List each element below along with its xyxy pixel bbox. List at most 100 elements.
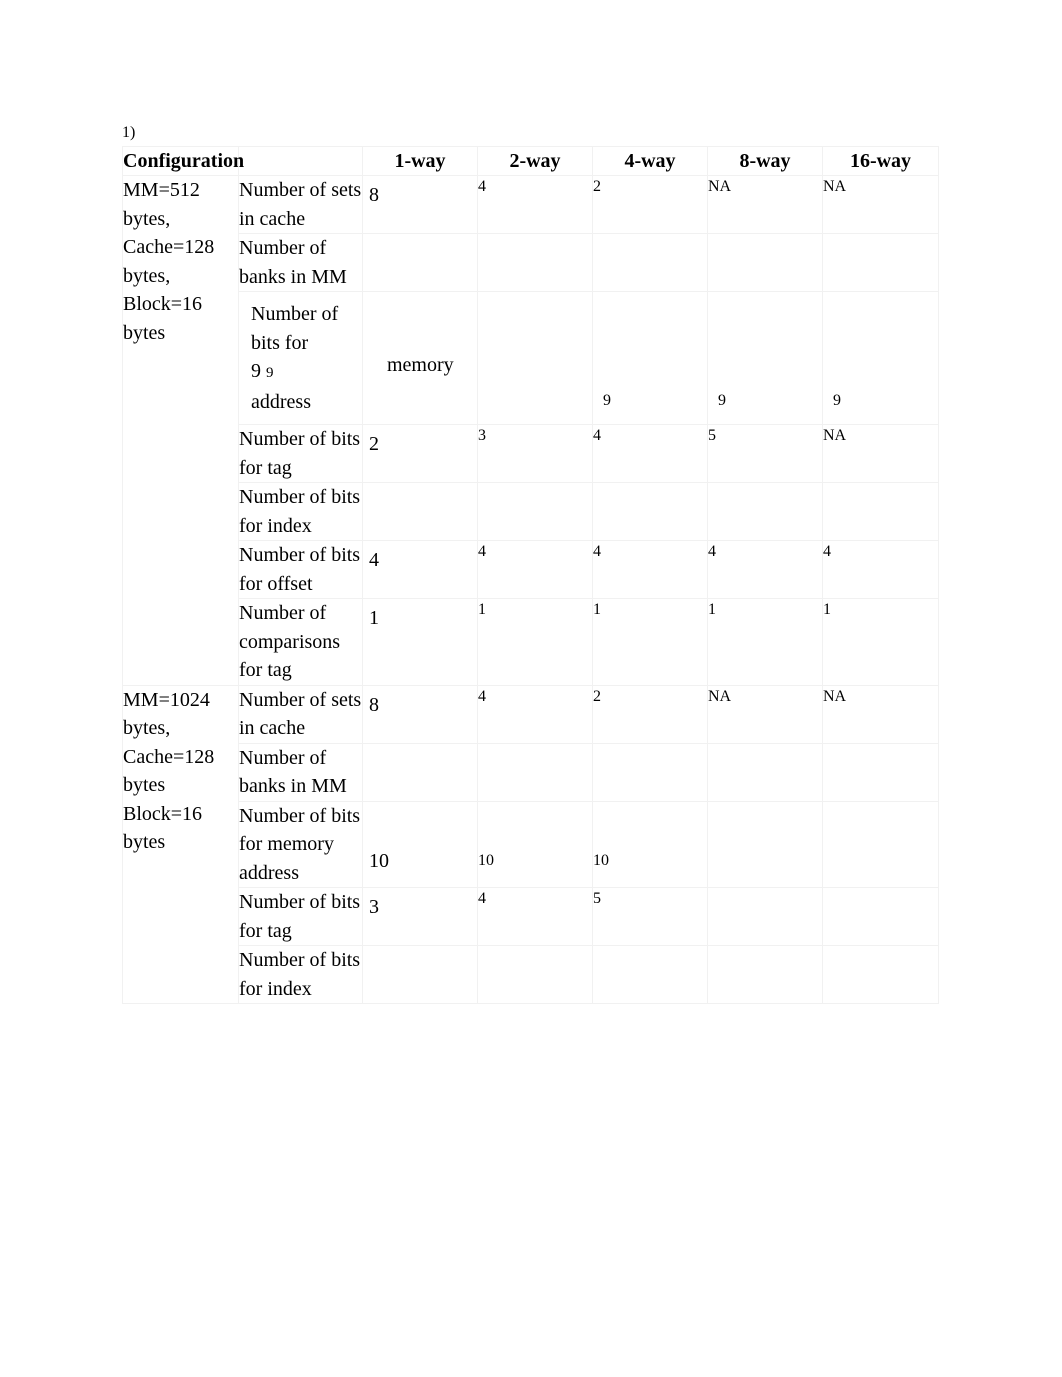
table-row: Number of comparisons for tag 1 1 1 1 1: [123, 598, 939, 686]
metric-label: Number of bits for index: [238, 945, 363, 1004]
value-cell: 1: [592, 598, 708, 686]
value-cell: 4: [822, 540, 939, 599]
question-number-label: 1): [122, 124, 136, 141]
value-cell: 4: [477, 175, 593, 234]
header-way-2: 2-way: [477, 146, 593, 176]
metric-label-line-1: Number of: [251, 303, 339, 325]
value-cell: 9: [592, 291, 708, 425]
metric-label: Number of bits for 9 9 address: [238, 291, 363, 425]
value-cell: 10: [362, 800, 478, 888]
table-row: Number of bits for index: [123, 945, 939, 1004]
value-cell: 1: [362, 598, 478, 686]
table-row: Number of bits for tag 3 4 5: [123, 887, 939, 946]
value-cell: 8: [362, 175, 478, 234]
value-cell: 8: [362, 684, 478, 744]
value-cell: 2: [362, 424, 478, 483]
value-cell: 4: [592, 540, 708, 599]
value-cell: [592, 742, 708, 802]
value-cell: 5: [592, 887, 708, 946]
value-cell: [707, 945, 823, 1004]
cache-configuration-table: Configuration 1-way 2-way 4-way 8-way 16…: [122, 146, 939, 1004]
metric-label: Number of bits for offset: [238, 540, 363, 599]
value-cell: [362, 233, 478, 292]
metric-label: Number of banks in MM: [238, 233, 363, 292]
value-cell: [822, 233, 939, 292]
value-cell: memory: [362, 291, 478, 425]
value-cell: 4: [477, 540, 593, 599]
metric-label: Number of sets in cache: [238, 684, 363, 744]
value-cell: 9: [707, 291, 823, 425]
value-cell: NA: [707, 684, 823, 744]
table-row: MM=1024 bytes, Cache=128 bytes Block=16 …: [122, 684, 939, 1004]
config-label-block-2: MM=1024 bytes, Cache=128 bytes Block=16 …: [122, 684, 239, 1004]
value-cell: [477, 482, 593, 541]
value-cell: [592, 233, 708, 292]
value-cell: [822, 945, 939, 1004]
document-page: 1) Configuration 1-way 2-way 4-way 8-way…: [0, 0, 1062, 1377]
table-header-row: Configuration 1-way 2-way 4-way 8-way 16…: [122, 146, 939, 176]
value-cell: [592, 945, 708, 1004]
value-cell: [822, 742, 939, 802]
header-configuration-cell: Configuration: [122, 146, 244, 176]
header-way-8: 8-way: [707, 146, 823, 176]
table-row: Number of bits for memory address 10 10 …: [123, 800, 939, 888]
value-cell: 4: [477, 887, 593, 946]
value-cell: 2: [592, 175, 708, 234]
value-cell: [477, 945, 593, 1004]
header-way-4: 4-way: [592, 146, 708, 176]
value-cell: [707, 800, 823, 888]
value-cell: [707, 233, 823, 292]
value-cell: NA: [822, 175, 939, 234]
value-cell: [707, 482, 823, 541]
value-cell: [362, 945, 478, 1004]
table-row: Number of bits for tag 2 3 4 5 NA: [123, 424, 939, 483]
table-row: Number of bits for index: [123, 482, 939, 541]
metric-label-inline-value-large: 9: [251, 360, 261, 382]
value-cell: [822, 887, 939, 946]
value-cell: NA: [822, 424, 939, 483]
value-cell: 3: [362, 887, 478, 946]
value-cell: [707, 887, 823, 946]
value-cell: 4: [592, 424, 708, 483]
value-cell: NA: [707, 175, 823, 234]
metric-label-inline-value-small: 9: [266, 365, 274, 381]
metric-label: Number of bits for memory address: [238, 800, 363, 888]
value-cell: [592, 482, 708, 541]
value-cell: 1: [707, 598, 823, 686]
header-way-16: 16-way: [822, 146, 939, 176]
value-cell: [822, 482, 939, 541]
value-cell: [477, 233, 593, 292]
value-cell: NA: [822, 684, 939, 744]
value-cell: 9: [822, 291, 939, 425]
value-cell: 1: [822, 598, 939, 686]
value-cell: 4: [362, 540, 478, 599]
table-row: Number of bits for 9 9 address memory 9 …: [123, 291, 939, 425]
config-label-block-1: MM=512 bytes, Cache=128 bytes, Block=16 …: [122, 175, 239, 686]
value-cell: 10: [477, 800, 593, 888]
table-row: Number of banks in MM: [123, 233, 939, 292]
metric-label: Number of bits for index: [238, 482, 363, 541]
table-row: Number of bits for offset 4 4 4 4 4: [123, 540, 939, 599]
value-cell: [707, 742, 823, 802]
value-cell: 1: [477, 598, 593, 686]
value-cell: 3: [477, 424, 593, 483]
value-cell: 4: [477, 684, 593, 744]
metric-label: Number of bits for tag: [238, 424, 363, 483]
metric-label: Number of bits for tag: [238, 887, 363, 946]
metric-label-line-4: address: [251, 390, 311, 413]
value-cell: 10: [592, 800, 708, 888]
metric-label-line-2: bits for: [251, 331, 309, 354]
header-way-1: 1-way: [362, 146, 478, 176]
value-cell: 4: [707, 540, 823, 599]
value-cell: [362, 742, 478, 802]
value-cell: [477, 742, 593, 802]
metric-label: Number of sets in cache: [238, 175, 363, 234]
value-cell: [362, 482, 478, 541]
table-row: Number of banks in MM: [123, 742, 939, 802]
metric-label: Number of banks in MM: [238, 742, 363, 802]
value-cell: 2: [592, 684, 708, 744]
metric-label: Number of comparisons for tag: [238, 598, 363, 686]
value-cell: 5: [707, 424, 823, 483]
table-row: MM=512 bytes, Cache=128 bytes, Block=16 …: [122, 175, 939, 686]
value-cell: [822, 800, 939, 888]
